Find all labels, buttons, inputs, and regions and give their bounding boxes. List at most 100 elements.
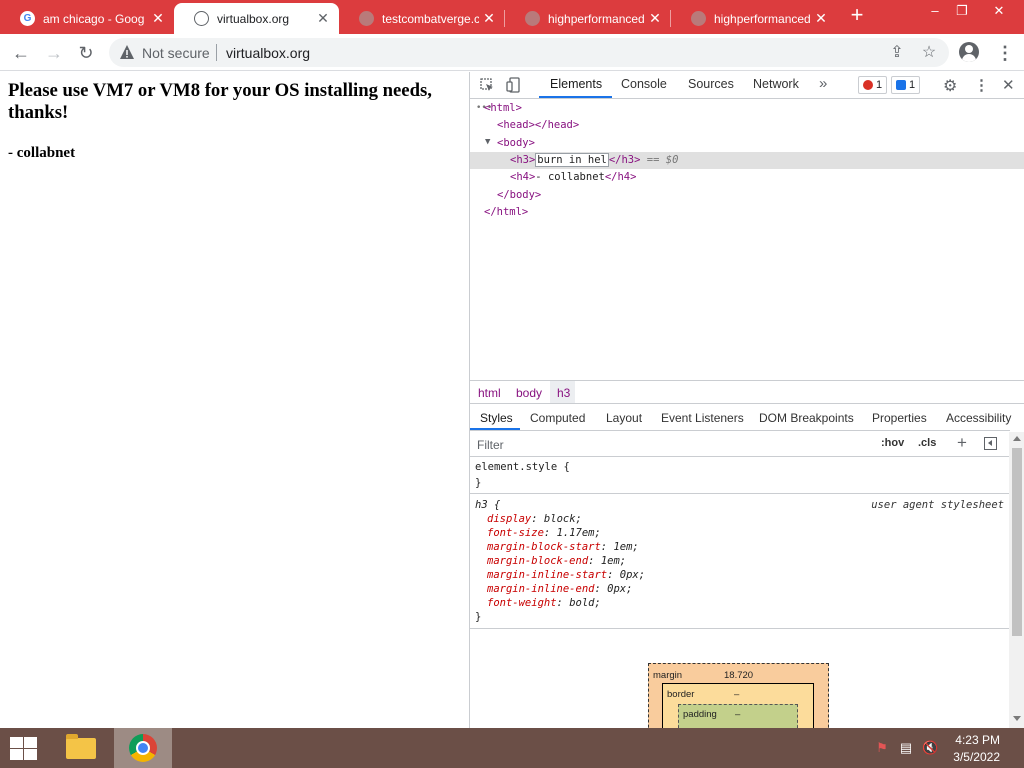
- tab-console[interactable]: Console: [621, 77, 667, 91]
- clock-date[interactable]: 3/5/2022: [940, 750, 1000, 764]
- declaration-font-size[interactable]: font-size: 1.17em;: [487, 526, 601, 540]
- dom-h4-node[interactable]: <h4>- collabnet</h4>: [510, 169, 636, 186]
- back-button[interactable]: ←: [8, 40, 34, 66]
- security-label[interactable]: Not secure: [142, 45, 210, 61]
- scroll-up-icon[interactable]: [1013, 436, 1021, 441]
- class-toggle[interactable]: .cls: [918, 437, 936, 449]
- scrollbar-thumb[interactable]: [1012, 448, 1022, 636]
- error-icon: [863, 80, 873, 90]
- chrome-taskbar-button[interactable]: [114, 728, 172, 768]
- styles-scrollbar[interactable]: [1009, 432, 1024, 728]
- dom-body-open[interactable]: <body>: [497, 135, 535, 152]
- reload-button[interactable]: ↻: [73, 40, 99, 66]
- dom-html-open[interactable]: <html>: [484, 100, 522, 117]
- breadcrumb-body[interactable]: body: [516, 386, 542, 400]
- bookmark-star-icon[interactable]: ☆: [920, 44, 938, 62]
- tab-title: highperformanced: [714, 11, 811, 26]
- declaration-margin-inline-end[interactable]: margin-inline-end: 0px;: [487, 582, 632, 596]
- tab-highperformance-1[interactable]: highperformanced ✕: [505, 3, 671, 34]
- tab-testcombatverge[interactable]: testcombatverge.c ✕: [339, 3, 505, 34]
- volume-muted-icon[interactable]: 🔇: [922, 740, 938, 756]
- message-count: 1: [909, 79, 916, 91]
- element-style-selector[interactable]: element.style {: [475, 460, 570, 474]
- margin-value[interactable]: 18.720: [724, 670, 753, 681]
- box-model-padding[interactable]: padding –: [678, 704, 798, 728]
- collapse-arrow-icon[interactable]: ▼: [485, 134, 490, 151]
- share-icon[interactable]: ⇪: [888, 44, 906, 62]
- windows-start-icon[interactable]: [8, 736, 38, 760]
- declaration-margin-block-end[interactable]: margin-block-end: 1em;: [487, 554, 626, 568]
- page-content: Please use VM7 or VM8 for your OS instal…: [0, 72, 469, 728]
- action-center-flag-icon[interactable]: ⚑: [874, 740, 890, 756]
- message-icon: [896, 80, 906, 90]
- tab-close-icon[interactable]: ✕: [479, 10, 499, 27]
- tab-virtualbox[interactable]: virtualbox.org ✕: [174, 3, 339, 34]
- tab-elements[interactable]: Elements: [550, 77, 602, 91]
- selected-marker: == $0: [646, 154, 679, 166]
- tab-close-icon[interactable]: ✕: [811, 10, 831, 27]
- tab-layout[interactable]: Layout: [606, 411, 642, 425]
- new-tab-button[interactable]: +: [846, 4, 868, 27]
- tab-properties[interactable]: Properties: [872, 411, 927, 425]
- url-text[interactable]: virtualbox.org: [226, 45, 310, 61]
- declaration-margin-inline-start[interactable]: margin-inline-start: 0px;: [487, 568, 645, 582]
- url-divider: [216, 44, 217, 61]
- chrome-icon: [129, 734, 157, 762]
- inspect-element-icon[interactable]: [480, 78, 494, 92]
- tab-sources[interactable]: Sources: [688, 77, 734, 91]
- declaration-display[interactable]: display: block;: [487, 512, 582, 526]
- network-icon[interactable]: ▤: [898, 740, 914, 756]
- warning-icon[interactable]: [119, 44, 135, 60]
- profile-avatar[interactable]: [959, 42, 979, 62]
- tab-title: am chicago - Goog: [43, 11, 145, 26]
- breadcrumb-h3[interactable]: h3: [557, 386, 570, 400]
- declaration-font-weight[interactable]: font-weight: bold;: [487, 596, 601, 610]
- address-bar[interactable]: Not secure virtualbox.org ⇪ ☆: [109, 38, 949, 67]
- minimize-button[interactable]: –: [920, 4, 950, 20]
- tab-event-listeners[interactable]: Event Listeners: [661, 411, 744, 425]
- tab-highperformance-2[interactable]: highperformanced ✕: [671, 3, 837, 34]
- styles-filter-input[interactable]: Filter: [477, 438, 504, 452]
- border-value[interactable]: –: [734, 689, 739, 700]
- toggle-sidebar-icon[interactable]: [984, 437, 997, 450]
- file-explorer-button[interactable]: [60, 728, 102, 768]
- tab-close-icon[interactable]: ✕: [645, 10, 665, 27]
- hover-state-toggle[interactable]: :hov: [881, 437, 904, 449]
- more-tabs-icon[interactable]: »: [819, 75, 827, 92]
- dom-html-close[interactable]: </html>: [484, 204, 528, 221]
- folder-icon: [66, 734, 96, 759]
- h3-rule-selector[interactable]: h3 {: [475, 498, 500, 512]
- tab-styles[interactable]: Styles: [480, 411, 513, 425]
- scroll-down-icon[interactable]: [1013, 716, 1021, 721]
- restore-button[interactable]: ❐: [947, 4, 977, 20]
- tab-strip: G am chicago - Goog ✕ virtualbox.org ✕ t…: [0, 0, 1024, 34]
- forward-button[interactable]: →: [41, 40, 67, 66]
- device-toolbar-icon[interactable]: [506, 77, 520, 93]
- clock-time[interactable]: 4:23 PM: [940, 733, 1000, 747]
- padding-value[interactable]: –: [735, 709, 740, 720]
- settings-gear-icon[interactable]: ⚙: [943, 76, 957, 96]
- tab-dom-breakpoints[interactable]: DOM Breakpoints: [759, 411, 854, 425]
- new-style-rule-icon[interactable]: +: [957, 433, 967, 453]
- dom-body-close[interactable]: </body>: [497, 187, 541, 204]
- declaration-margin-block-start[interactable]: margin-block-start: 1em;: [487, 540, 639, 554]
- margin-label: margin: [653, 670, 683, 681]
- tab-network[interactable]: Network: [753, 77, 799, 91]
- h3-text-editor[interactable]: burn in hel: [535, 153, 609, 167]
- padding-label: padding: [683, 709, 717, 720]
- tab-close-icon[interactable]: ✕: [148, 10, 168, 27]
- message-badge[interactable]: 1: [891, 76, 921, 94]
- close-devtools-icon[interactable]: ✕: [1002, 76, 1015, 94]
- breadcrumb-html[interactable]: html: [478, 386, 501, 400]
- close-window-button[interactable]: ✕: [984, 4, 1014, 20]
- devtools-menu-icon[interactable]: ⋮: [974, 76, 989, 94]
- tab-title: virtualbox.org: [217, 11, 290, 26]
- error-badge[interactable]: 1: [858, 76, 888, 94]
- tab-accessibility[interactable]: Accessibility: [946, 411, 1011, 425]
- tab-computed[interactable]: Computed: [530, 411, 585, 425]
- tab-am-chicago[interactable]: G am chicago - Goog ✕: [0, 3, 174, 34]
- browser-menu-icon[interactable]: ⋮: [996, 40, 1014, 66]
- tab-close-icon[interactable]: ✕: [313, 10, 333, 27]
- dom-h3-node[interactable]: <h3> burn in hel </h3> == $0: [510, 152, 678, 169]
- dom-head[interactable]: <head></head>: [497, 117, 579, 134]
